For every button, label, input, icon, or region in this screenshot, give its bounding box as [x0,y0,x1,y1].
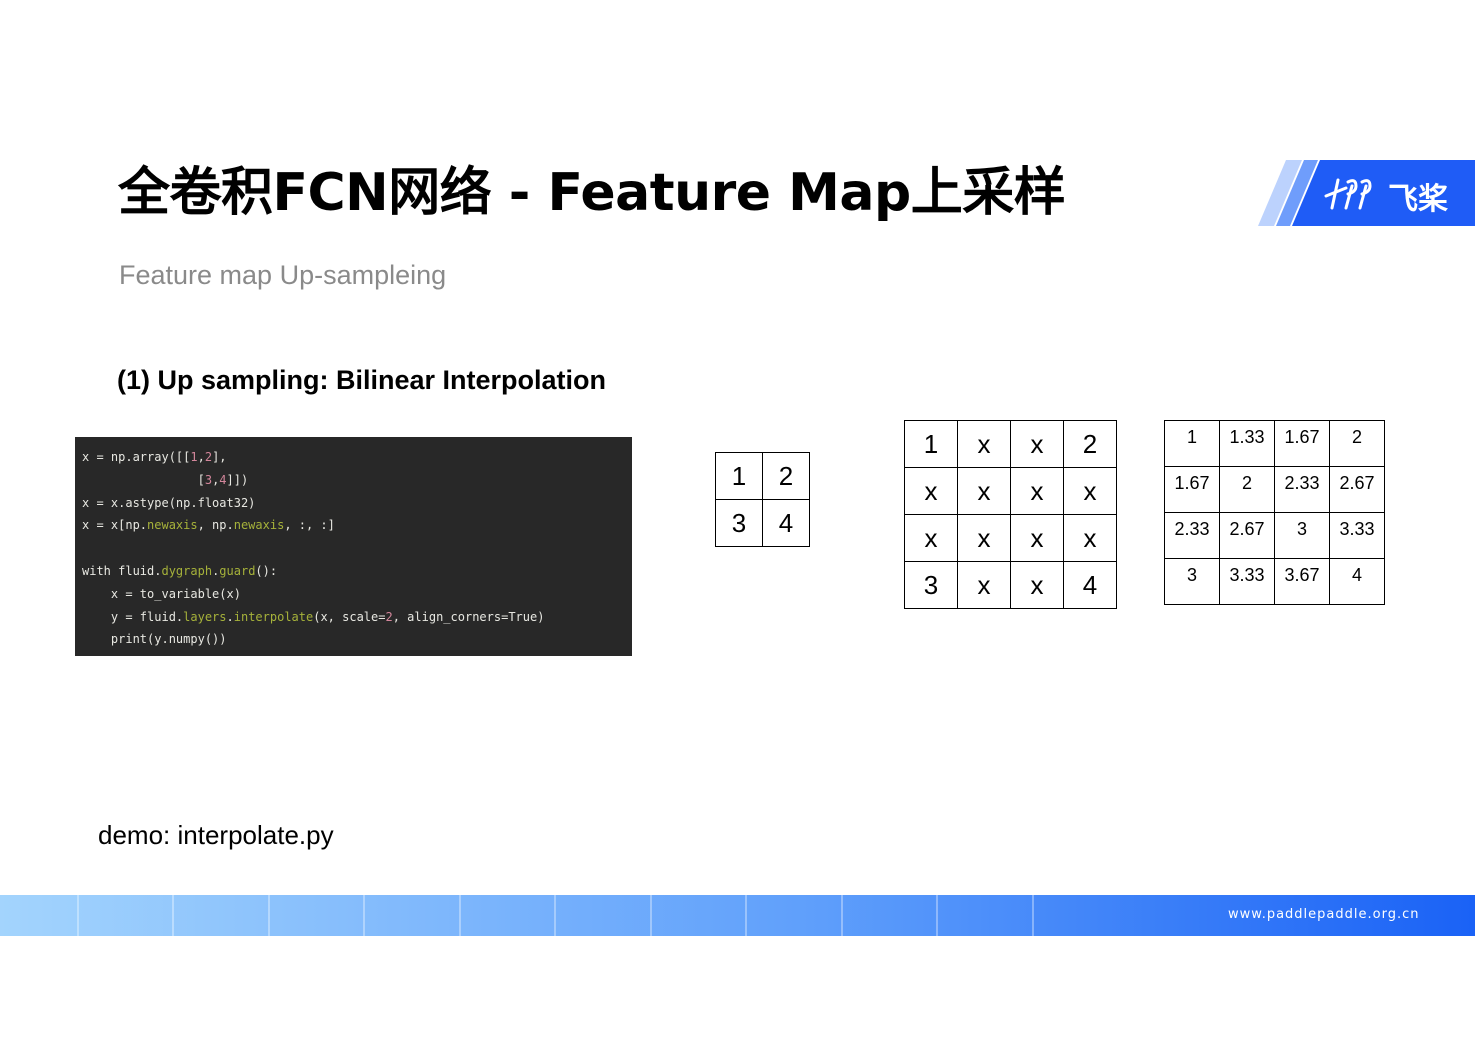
code-token: 2 [204,450,213,464]
matrix-row: xxxx [904,467,1117,515]
code-line: x = x[np.newaxis, np.newaxis, :, :] [82,514,625,537]
code-line: print(y.numpy()) [82,628,625,651]
code-token: ]]) [226,472,249,487]
matrix-row: 3 3.33 3.67 4 [1164,558,1385,605]
matrix-cell: 3 [715,499,763,547]
code-token: 4 [219,472,227,487]
matrix-cell: 3.33 [1219,558,1275,605]
paddle-logo-banner: 飞桨 [1258,160,1475,226]
matrix-cell: 3 [904,561,958,609]
code-token: , np. [197,518,234,533]
code-token: ], [212,450,227,464]
code-token: 2 [385,609,393,624]
matrix-cell: 2.67 [1219,512,1275,559]
matrix-cell: 2 [1063,420,1117,468]
matrix-row: 2.33 2.67 3 3.33 [1164,512,1385,559]
slide-subtitle: Feature map Up-sampleing [119,260,447,290]
code-token: [ [82,472,205,487]
demo-label: demo: interpolate.py [98,820,334,850]
code-token: . [226,609,234,624]
matrix-cell: 3 [1274,512,1330,559]
matrix-cell: 1 [1164,420,1220,467]
matrix-cell: 2.67 [1329,466,1385,513]
code-token: x = to_variable(x) [82,586,241,601]
matrix-row: 34 [715,499,810,547]
matrix-cell: x [904,467,958,515]
matrix-row: xxxx [904,514,1117,562]
matrix-cell: x [1063,514,1117,562]
matrix-cell: 1.67 [1274,420,1330,467]
input-matrix: 1234 [715,452,810,547]
code-token: y = fluid. [82,609,184,624]
matrix-row: 1.67 2 2.33 2.67 [1164,466,1385,513]
matrix-cell: x [904,514,958,562]
code-line: x = x.astype(np.float32) [82,492,625,515]
matrix-row: 1 1.33 1.67 2 [1164,420,1385,467]
matrix-cell: x [1010,561,1064,609]
matrix-cell: 3.67 [1274,558,1330,605]
matrix-cell: 2 [1329,420,1385,467]
code-token: (): [255,563,278,578]
code-token: , [197,450,205,464]
matrix-cell: 1.67 [1164,466,1220,513]
footer-url: www.paddlepaddle.org.cn [1228,907,1420,922]
slide-title: 全卷积FCN网络 - Feature Map上采样 [118,163,1066,223]
matrix-row: 3xx4 [904,561,1117,609]
code-line: y = fluid.layers.interpolate(x, scale=2,… [82,606,625,629]
code-token: newaxis [233,518,285,533]
code-token: , align_corners=True) [392,609,545,624]
matrix-cell: x [1010,514,1064,562]
logo-text: 飞桨 [1388,182,1448,217]
interpolated-output-matrix: 1 1.33 1.67 2 1.67 2 2.33 2.67 2.33 2.67 3 3.33 3 3.3… [1164,420,1385,605]
matrix-cell: 1 [904,420,958,468]
code-line: [3,4]]) [82,469,625,492]
code-token: 1 [190,450,198,464]
matrix-cell: 4 [762,499,810,547]
matrix-cell: 4 [1329,558,1385,605]
code-token: dygraph [161,563,213,578]
code-token: print(y.numpy()) [82,632,227,647]
code-token: x = np.array([[ [82,450,191,464]
matrix-cell: 4 [1063,561,1117,609]
matrix-cell: x [1010,420,1064,468]
code-token: newaxis [147,518,198,533]
code-line: x = to_variable(x) [82,583,625,606]
matrix-cell: 2.33 [1164,512,1220,559]
matrix-cell: 2 [1219,466,1275,513]
matrix-row: 1xx2 [904,420,1117,468]
matrix-cell: x [957,561,1011,609]
code-token: , :, :] [284,518,335,533]
matrix-cell: 3 [1164,558,1220,605]
matrix-cell: x [1010,467,1064,515]
code-token: 3 [204,472,213,487]
code-token: (x, scale= [313,609,386,624]
code-token: x = x.astype(np.float32) [82,495,256,510]
code-token: guard [219,563,256,578]
matrix-cell: x [957,514,1011,562]
matrix-row: 12 [715,452,810,500]
matrix-cell: 2 [762,452,810,500]
code-token: x = x[np. [82,518,148,533]
code-line: x = np.array([[1,2], [82,446,625,469]
matrix-cell: 1.33 [1219,420,1275,467]
section-heading: (1) Up sampling: Bilinear Interpolation [117,365,607,395]
matrix-cell: 2.33 [1274,466,1330,513]
matrix-cell: x [1063,467,1117,515]
code-line: with fluid.dygraph.guard(): [82,560,625,583]
upsampled-placeholder-matrix: 1xx2xxxxxxxx3xx4 [904,420,1117,609]
code-token: layers [183,609,227,624]
matrix-cell: x [957,420,1011,468]
code-token: with fluid. [82,563,162,578]
matrix-cell: x [957,467,1011,515]
code-snippet: x = np.array([[1,2], [3,4]]) x = x.astype… [75,437,632,656]
matrix-cell: 3.33 [1329,512,1385,559]
matrix-cell: 1 [715,452,763,500]
code-token: interpolate [233,609,314,624]
